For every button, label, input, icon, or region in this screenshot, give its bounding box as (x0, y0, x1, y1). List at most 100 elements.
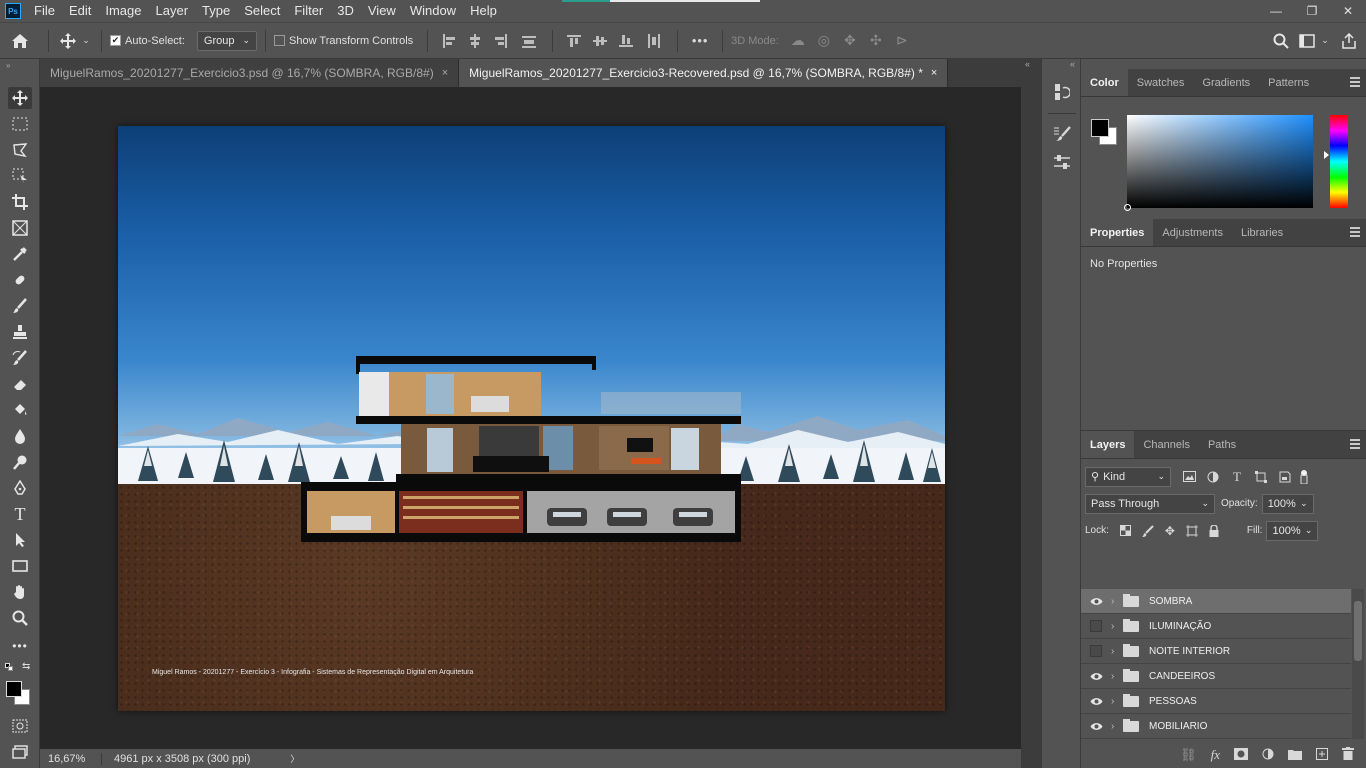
visibility-toggle[interactable] (1081, 645, 1111, 657)
panel-menu-icon[interactable] (1350, 77, 1360, 87)
home-icon[interactable] (0, 23, 40, 59)
adjustment-sliders-icon[interactable] (1052, 151, 1072, 173)
swap-colors-icon[interactable]: ⇆ (22, 661, 30, 672)
move-tool-icon[interactable] (8, 87, 32, 109)
menu-layer[interactable]: Layer (149, 0, 196, 22)
frame-tool-icon[interactable] (8, 217, 32, 239)
panel-menu-icon[interactable] (1350, 227, 1360, 237)
close-tab-icon[interactable]: × (442, 59, 448, 87)
visibility-toggle[interactable] (1081, 620, 1111, 632)
tab-layers[interactable]: Layers (1081, 431, 1135, 458)
align-middle-icon[interactable] (587, 34, 613, 48)
menu-type[interactable]: Type (195, 0, 237, 22)
hue-slider[interactable] (1324, 115, 1348, 208)
auto-select-target-dropdown[interactable]: Group ⌄ (196, 30, 258, 51)
menu-image[interactable]: Image (98, 0, 148, 22)
close-button[interactable]: ✕ (1330, 0, 1366, 22)
blur-tool-icon[interactable] (8, 425, 32, 447)
share-icon[interactable] (1332, 32, 1366, 49)
layer-row[interactable]: › SOMBRA (1081, 589, 1351, 614)
opacity-input[interactable]: 100% ⌄ (1261, 493, 1314, 514)
tab-patterns[interactable]: Patterns (1259, 69, 1318, 96)
hand-tool-icon[interactable] (8, 581, 32, 603)
smart-object-filter-icon[interactable] (1273, 471, 1297, 483)
visibility-toggle[interactable] (1081, 722, 1111, 731)
panel-menu-icon[interactable] (1350, 439, 1360, 449)
tab-paths[interactable]: Paths (1199, 431, 1245, 458)
visibility-toggle[interactable] (1081, 697, 1111, 706)
adjustment-filter-icon[interactable] (1201, 471, 1225, 483)
crop-tool-icon[interactable] (8, 191, 32, 213)
link-layers-icon[interactable]: ⛓ (1180, 747, 1197, 763)
layer-row[interactable]: › PESSOAS (1081, 689, 1351, 714)
zoom-level[interactable]: 16,67% (40, 752, 102, 765)
chevron-down-icon[interactable]: ⌄ (1318, 35, 1332, 46)
layer-row[interactable]: › MOBILIARIO (1081, 714, 1351, 739)
lasso-tool-icon[interactable] (8, 139, 32, 161)
restore-button[interactable]: ❐ (1294, 0, 1330, 22)
collapse-icon[interactable]: « (1070, 59, 1075, 69)
canvas-area[interactable]: Miguel Ramos - 20201277 - Exercício 3 - … (40, 87, 1021, 749)
history-brush-tool-icon[interactable] (8, 347, 32, 369)
visibility-toggle[interactable] (1081, 672, 1111, 681)
tab-channels[interactable]: Channels (1134, 431, 1198, 458)
status-menu-arrow-icon[interactable]: 〉 (290, 752, 299, 765)
align-left-icon[interactable] (436, 33, 462, 48)
chevron-down-icon[interactable]: ⌄ (79, 35, 93, 46)
roll-3d-icon[interactable]: ◎ (811, 32, 837, 49)
clone-stamp-tool-icon[interactable] (8, 321, 32, 343)
color-field[interactable] (1124, 115, 1313, 211)
layer-filter-dropdown[interactable]: ⚲ Kind ⌄ (1085, 466, 1171, 487)
search-icon[interactable] (1266, 33, 1296, 49)
paint-bucket-tool-icon[interactable] (8, 399, 32, 421)
menu-filter[interactable]: Filter (287, 0, 330, 22)
add-mask-icon[interactable] (1234, 747, 1248, 763)
layers-scrollbar[interactable] (1352, 589, 1364, 739)
fill-input[interactable]: 100% ⌄ (1266, 520, 1319, 541)
chevron-right-icon[interactable]: › (1111, 621, 1123, 632)
delete-layer-icon[interactable] (1342, 747, 1354, 763)
new-layer-icon[interactable] (1316, 747, 1328, 763)
screen-mode-icon[interactable] (8, 741, 32, 763)
collapse-icon[interactable]: » (6, 61, 10, 70)
layer-row[interactable]: › NOITE INTERIOR (1081, 639, 1351, 664)
close-tab-icon[interactable]: × (931, 59, 937, 87)
photoshop-logo-icon[interactable]: Ps (5, 3, 21, 19)
layer-row[interactable]: › ILUMINAÇÃO (1081, 614, 1351, 639)
chevron-right-icon[interactable]: › (1111, 671, 1123, 682)
menu-window[interactable]: Window (403, 0, 463, 22)
align-top-icon[interactable] (561, 34, 587, 48)
auto-select-checkbox[interactable]: ✔ (110, 35, 121, 46)
rectangle-tool-icon[interactable] (8, 555, 32, 577)
lock-position-icon[interactable]: ✥ (1159, 524, 1181, 538)
chevron-right-icon[interactable]: › (1111, 721, 1123, 732)
pixel-filter-icon[interactable] (1177, 471, 1201, 482)
lock-transparent-icon[interactable] (1115, 525, 1137, 536)
menu-3d[interactable]: 3D (330, 0, 361, 22)
history-panel-icon[interactable] (1052, 81, 1072, 103)
tab-gradients[interactable]: Gradients (1193, 69, 1259, 96)
tab-libraries[interactable]: Libraries (1232, 219, 1292, 246)
tab-properties[interactable]: Properties (1081, 219, 1154, 246)
pan-3d-icon[interactable]: ✥ (837, 32, 863, 49)
default-colors-icon[interactable] (5, 663, 13, 671)
slide-3d-icon[interactable]: ✣ (863, 32, 889, 49)
align-right-icon[interactable] (488, 33, 514, 48)
zoom-tool-icon[interactable] (8, 607, 32, 629)
filter-toggle-icon[interactable] (1297, 469, 1311, 484)
layer-style-icon[interactable]: fx (1211, 747, 1220, 763)
chevron-right-icon[interactable]: › (1111, 696, 1123, 707)
object-selection-tool-icon[interactable] (8, 165, 32, 187)
collapse-icon[interactable]: « (1025, 59, 1030, 69)
foreground-color-swatch[interactable] (6, 681, 22, 697)
menu-view[interactable]: View (361, 0, 403, 22)
tab-swatches[interactable]: Swatches (1128, 69, 1194, 96)
chevron-right-icon[interactable]: › (1111, 596, 1123, 607)
eraser-tool-icon[interactable] (8, 373, 32, 395)
scale-3d-icon[interactable]: ⊳ (889, 32, 915, 49)
menu-help[interactable]: Help (463, 0, 504, 22)
move-tool-icon[interactable] (57, 32, 79, 49)
align-bottom-icon[interactable] (613, 34, 639, 48)
quick-mask-icon[interactable] (8, 715, 32, 737)
foreground-color-swatch[interactable] (1091, 119, 1109, 137)
